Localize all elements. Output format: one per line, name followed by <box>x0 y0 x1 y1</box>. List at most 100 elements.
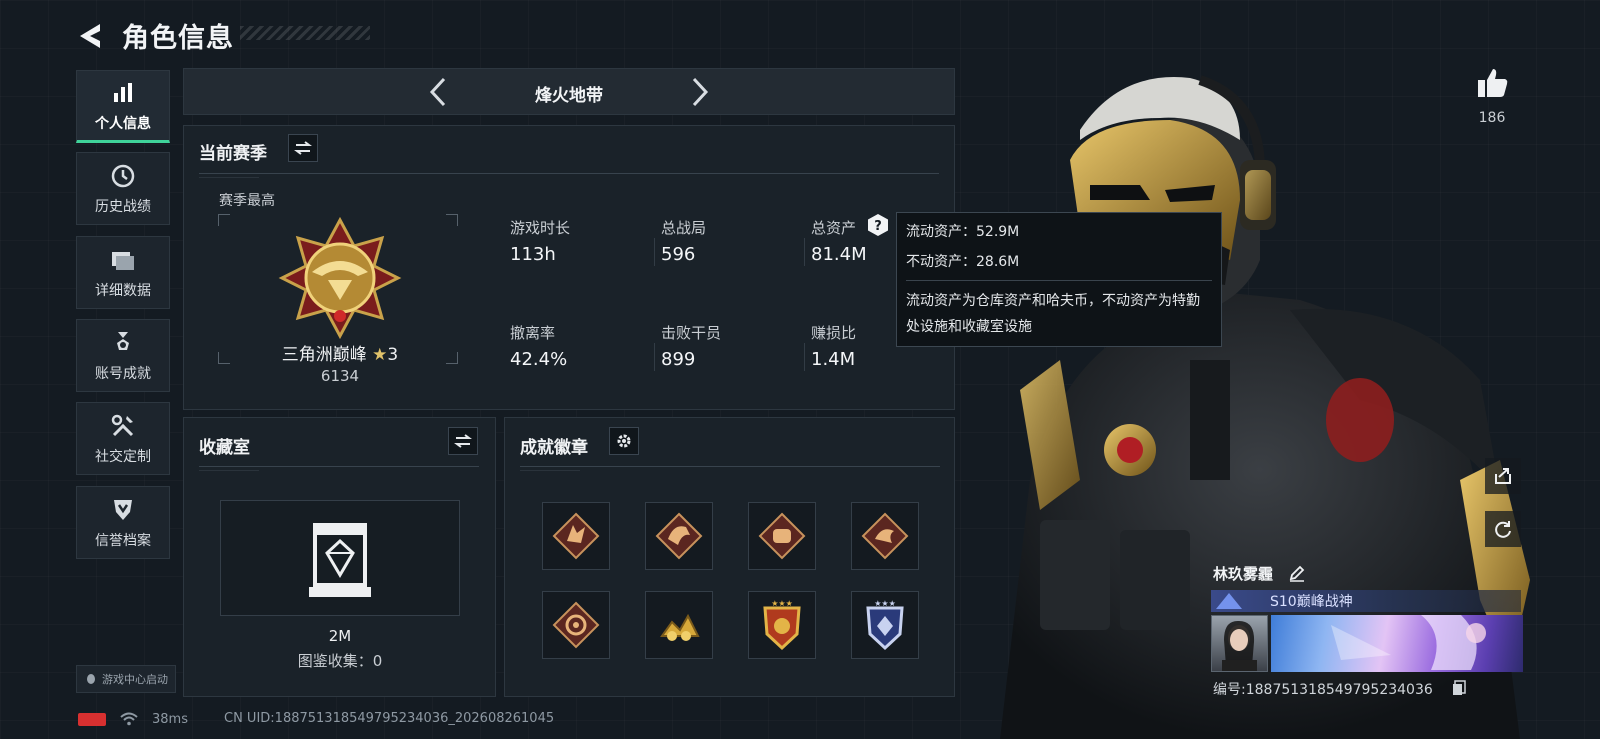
uid-text: CN UID:188751318549795234036_20260826104… <box>224 711 555 726</box>
stat-value-extraction-rate: 42.4% <box>510 349 568 370</box>
nav-item-social-custom[interactable]: 社交定制 <box>76 402 170 475</box>
avatar[interactable] <box>1211 615 1268 672</box>
wifi-icon <box>120 712 138 726</box>
panel-divider <box>199 466 479 471</box>
stat-label-operators-defeated: 击败干员 <box>661 324 722 342</box>
page-title: 角色信息 <box>122 23 234 54</box>
swap-icon <box>454 434 472 448</box>
nav-item-label: 社交定制 <box>95 448 151 465</box>
stat-separator <box>804 343 805 371</box>
collection-value: 2M <box>328 627 352 645</box>
nav-item-label: 信誉档案 <box>95 532 151 549</box>
badge-slot-5[interactable] <box>542 591 610 659</box>
stat-label-playtime: 游戏时长 <box>510 219 571 237</box>
player-title-bar <box>1211 590 1521 612</box>
refresh-button[interactable] <box>1485 511 1521 547</box>
badge-slot-8[interactable]: ★★★ <box>851 591 919 659</box>
stat-value-profit-loss: 1.4M <box>811 349 856 370</box>
fist-badge-icon <box>758 512 806 560</box>
stat-label-total-matches: 总战局 <box>661 219 707 237</box>
clock-icon <box>109 162 137 190</box>
badge-slot-4[interactable] <box>851 502 919 570</box>
stat-separator <box>804 238 805 266</box>
player-title: S10巅峰战神 <box>1270 594 1353 610</box>
collection-panel-title: 收藏室 <box>199 438 250 458</box>
status-bar: 38ms <box>78 710 188 728</box>
like-count: 186 <box>1478 110 1506 126</box>
player-banner[interactable] <box>1271 615 1523 672</box>
stat-value-operators-defeated: 899 <box>661 349 696 370</box>
stat-label-profit-loss: 赚损比 <box>811 324 857 342</box>
refresh-icon <box>1495 521 1511 538</box>
rank-score: 6134 <box>320 367 360 385</box>
wolf-badge-icon <box>552 512 600 560</box>
rank-emblem-icon <box>278 216 402 340</box>
rank-name: 三角洲巅峰 <box>281 345 367 365</box>
tooltip-description: 流动资产为仓库资产和哈夫币，不动资产为特勤处设施和收藏室设施 <box>906 293 1200 335</box>
tools-icon <box>109 412 137 440</box>
badge-slot-3[interactable] <box>748 502 816 570</box>
folder-icon <box>109 246 137 274</box>
player-name: 林玖雾霾 <box>1213 565 1274 583</box>
rank-name-line: 三角洲巅峰 ★3 <box>200 340 480 365</box>
share-icon <box>1495 468 1511 484</box>
game-center-launch-button[interactable]: 游戏中心启动 <box>76 665 176 693</box>
edit-pencil-icon[interactable] <box>1288 564 1306 582</box>
battery-icon <box>78 712 106 726</box>
stat-label-total-assets: 总资产 <box>811 219 857 237</box>
player-id: 编号:188751318549795234036 <box>1213 682 1433 698</box>
help-icon[interactable]: ? <box>866 213 890 237</box>
bar-chart-icon <box>109 79 137 107</box>
title-emblem-icon <box>1216 593 1242 609</box>
nav-item-credit-record[interactable]: 信誉档案 <box>76 486 170 559</box>
tooltip-divider <box>906 280 1212 281</box>
medal-icon <box>109 329 137 357</box>
stat-label-extraction-rate: 撤离率 <box>510 324 556 342</box>
share-button[interactable] <box>1485 458 1521 494</box>
switch-season-button[interactable] <box>288 134 318 162</box>
stat-value-playtime: 113h <box>510 244 556 265</box>
title-decoration <box>240 26 370 40</box>
badge-slot-1[interactable] <box>542 502 610 570</box>
assets-tooltip: 流动资产：52.9M 不动资产：28.6M 流动资产为仓库资产和哈夫币，不动资产… <box>896 212 1222 347</box>
nav-item-detailed-data[interactable]: 详细数据 <box>76 236 170 309</box>
nav-item-label: 详细数据 <box>95 282 151 299</box>
chevron-right-icon[interactable] <box>684 76 714 108</box>
svg-text:★★★: ★★★ <box>874 599 896 608</box>
badge-settings-button[interactable] <box>609 427 639 455</box>
rank-stars: 3 <box>387 345 399 365</box>
panel-divider <box>199 173 939 178</box>
mode-name: 烽火地带 <box>535 86 603 106</box>
badges-panel-title: 成就徽章 <box>520 438 588 458</box>
svg-text:?: ? <box>874 219 882 234</box>
blue-shield-badge-icon: ★★★ <box>866 599 904 651</box>
nav-item-history[interactable]: 历史战绩 <box>76 152 170 225</box>
nav-item-label: 个人信息 <box>95 115 151 132</box>
nav-item-personal-info[interactable]: 个人信息 <box>76 70 170 143</box>
nav-item-label: 历史战绩 <box>95 198 151 215</box>
svg-text:★★★: ★★★ <box>771 599 793 608</box>
panel-divider <box>520 466 940 471</box>
switch-collection-button[interactable] <box>448 427 478 455</box>
collection-count: 图鉴收集：0 <box>297 652 383 670</box>
dragon-badge-icon <box>655 512 703 560</box>
launcher-label: 游戏中心启动 <box>102 673 168 686</box>
back-arrow-icon[interactable] <box>72 18 112 54</box>
season-panel-title: 当前赛季 <box>199 144 267 164</box>
nav-item-label: 账号成就 <box>95 365 151 382</box>
season-highest-label: 赛季最高 <box>219 193 275 209</box>
stat-separator <box>654 238 655 266</box>
nav-item-achievements[interactable]: 账号成就 <box>76 319 170 392</box>
wheel-badge-icon <box>552 601 600 649</box>
badge-slot-6[interactable] <box>645 591 713 659</box>
swap-icon <box>294 141 312 155</box>
thumbs-up-icon[interactable] <box>1475 66 1509 100</box>
stat-separator <box>654 343 655 371</box>
tooltip-fixed-assets: 不动资产：28.6M <box>906 254 1020 270</box>
stat-value-total-assets: 81.4M <box>811 244 867 265</box>
badge-slot-7[interactable]: ★★★ <box>748 591 816 659</box>
copy-icon[interactable] <box>1452 680 1466 696</box>
collection-display[interactable] <box>220 500 460 616</box>
avatar-portrait <box>1222 620 1257 671</box>
badge-slot-2[interactable] <box>645 502 713 570</box>
